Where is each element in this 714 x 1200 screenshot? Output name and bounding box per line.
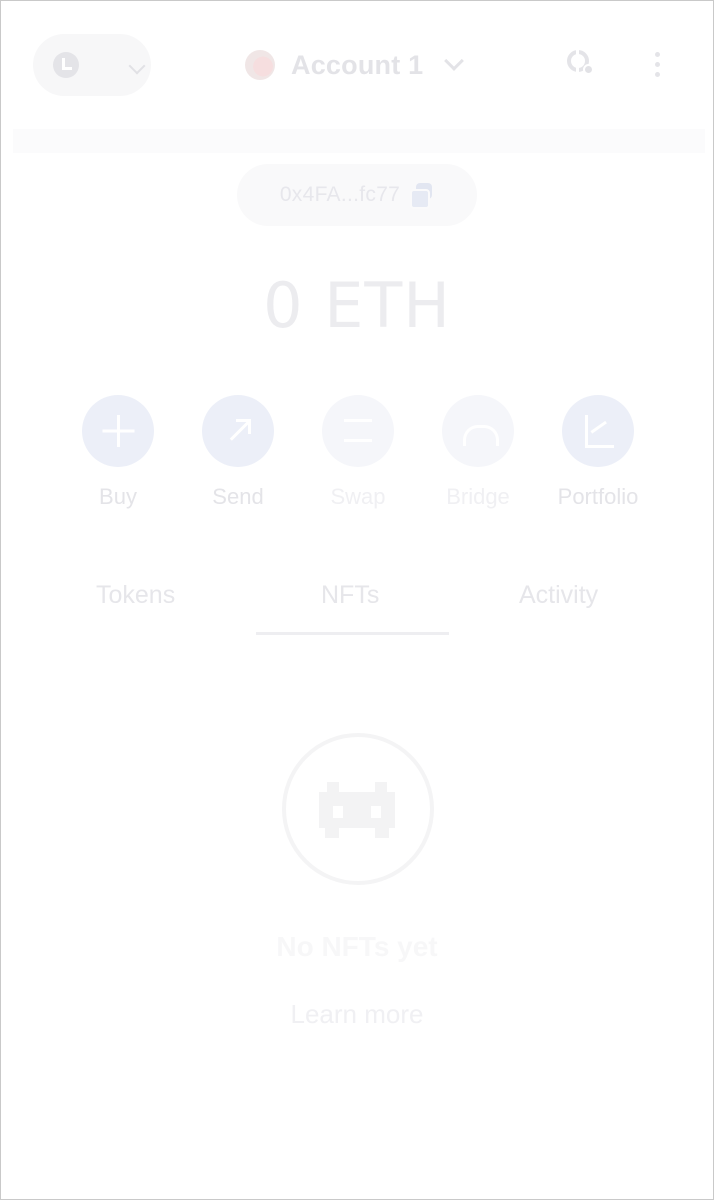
buy-button[interactable]: Buy [63,395,173,510]
asset-tabs: Tokens NFTs Activity [1,581,713,637]
copy-icon [410,183,434,209]
header-divider [13,129,705,153]
wallet-window: Account 1 0x4FA...fc77 0 ETH Buy Send Sw… [0,0,714,1200]
swap-label: Swap [330,484,386,509]
account-name: Account 1 [291,49,424,80]
globe-icon[interactable] [567,50,594,76]
kebab-menu-icon[interactable] [655,52,661,78]
chevron-down-icon [444,51,465,71]
send-button[interactable]: Send [183,395,293,510]
active-tab-indicator [256,632,449,635]
bridge-label: Bridge [446,484,510,509]
bridge-icon [442,395,514,467]
balance-amount: 0 ETH [263,269,451,342]
empty-state-title: No NFTs yet [276,931,438,962]
chevron-down-icon [128,57,146,75]
tab-activity[interactable]: Activity [519,581,598,610]
app-header: Account 1 [1,1,713,129]
buy-label: Buy [99,484,137,509]
swap-arrows-icon [322,395,394,467]
arrow-up-right-icon [202,395,274,467]
swap-button[interactable]: Swap [303,395,413,510]
tab-nfts[interactable]: NFTs [321,581,379,610]
send-label: Send [212,484,264,509]
account-picker[interactable]: Account 1 [245,45,465,85]
avatar [245,50,275,80]
bridge-button[interactable]: Bridge [423,395,533,510]
chart-icon [562,395,634,467]
tab-tokens[interactable]: Tokens [96,581,175,610]
copy-address-button[interactable]: 0x4FA...fc77 [237,164,477,226]
network-logo-icon [53,52,79,78]
plus-icon [82,395,154,467]
portfolio-button[interactable]: Portfolio [543,395,653,510]
network-picker[interactable] [33,34,151,96]
space-invader-icon [319,782,395,838]
learn-more-link[interactable]: Learn more [1,999,713,1030]
account-address: 0x4FA...fc77 [279,183,401,206]
portfolio-label: Portfolio [557,484,639,509]
